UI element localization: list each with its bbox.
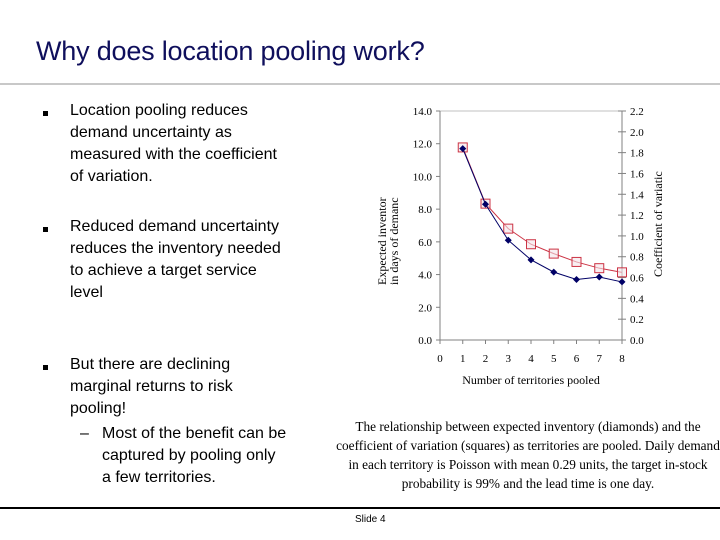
square-point — [594, 263, 605, 274]
x-tick-label: 0 — [437, 353, 443, 365]
y-tick-label: 14.0 — [413, 106, 433, 118]
x-tick-label: 6 — [574, 353, 580, 365]
bullet-text: Location pooling reduces demand uncertai… — [70, 102, 277, 185]
y2-tick-label: 1.0 — [630, 231, 644, 243]
title-divider — [0, 83, 720, 85]
sub-bullet-dash-icon: – — [80, 425, 89, 442]
y-tick-label: 12.0 — [413, 139, 433, 151]
chart-caption: The relationship between expected invent… — [336, 419, 720, 491]
slide-number: Slide 4 — [355, 514, 386, 525]
y2-tick-label: 0.0 — [630, 335, 644, 347]
sub-bullet-text: Most of the benefit can be captured by p… — [102, 425, 287, 486]
y2-tick-label: 2.2 — [630, 106, 644, 118]
x-tick-label: 8 — [619, 353, 625, 365]
slide-title: Why does location pooling work? — [36, 36, 425, 66]
y2-tick-label: 1.2 — [630, 210, 644, 222]
square-point — [548, 248, 559, 259]
square-point — [617, 267, 627, 278]
bullet-square-icon — [43, 365, 48, 370]
square-point — [503, 223, 514, 234]
bullet-square-icon — [43, 227, 48, 232]
y-tick-label: 8.0 — [418, 204, 432, 216]
y-tick-label: 10.0 — [413, 171, 433, 183]
footer-divider — [0, 507, 720, 509]
square-point — [571, 256, 582, 267]
bullet-square-icon — [43, 111, 48, 116]
y2-tick-label: 0.4 — [630, 293, 644, 305]
y2-tick-label: 1.8 — [630, 148, 644, 160]
y-tick-label: 4.0 — [418, 270, 432, 282]
y2-tick-label: 0.6 — [630, 273, 644, 285]
pooling-chart: 0.02.04.06.08.010.012.014.0 0.00.20.40.6… — [375, 106, 665, 387]
x-axis-label: Number of territories pooled — [462, 373, 600, 387]
x-tick-label: 7 — [597, 353, 603, 365]
y-axis-label-line2: in days of demanc — [387, 197, 401, 285]
y2-tick-label: 0.8 — [630, 252, 644, 264]
y2-tick-label: 0.2 — [630, 314, 644, 326]
y2-tick-label: 1.6 — [630, 168, 644, 180]
x-tick-label: 1 — [460, 353, 466, 365]
y2-tick-label: 2.0 — [630, 127, 644, 139]
square-point — [526, 239, 536, 250]
y2-tick-label: 1.4 — [630, 189, 644, 201]
x-tick-label: 4 — [528, 353, 534, 365]
y-tick-label: 0.0 — [418, 335, 432, 347]
bullet-text: Reduced demand uncertainty reduces the i… — [70, 218, 281, 301]
bullet-text: But there are declining marginal returns… — [70, 356, 233, 417]
y-tick-label: 2.0 — [418, 302, 432, 314]
x-tick-label: 2 — [483, 353, 489, 365]
y-tick-label: 6.0 — [418, 237, 432, 249]
x-tick-label: 3 — [506, 353, 512, 365]
y2-axis-label: Coefficient of variatic — [651, 171, 665, 277]
x-tick-label: 5 — [551, 353, 557, 365]
